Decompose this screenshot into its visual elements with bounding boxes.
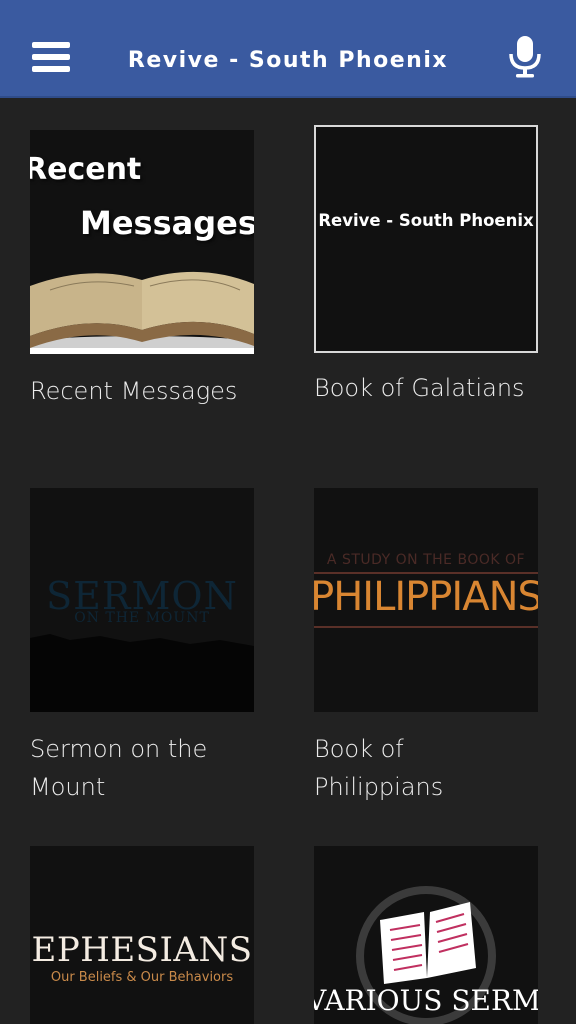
series-artwork: Recent Messages <box>30 130 254 354</box>
series-card-galatians[interactable]: Revive - South Phoenix Book of Galatians <box>314 125 538 407</box>
open-bible-image <box>30 271 254 354</box>
app-bar: Revive - South Phoenix <box>0 0 576 98</box>
series-title: Sermon on the Mount <box>30 735 208 801</box>
series-title: Recent Messages <box>30 377 238 405</box>
series-title: Book of Galatians <box>314 374 525 402</box>
app-title: Revive - South Phoenix <box>127 48 449 73</box>
artwork-title: Revive - South Phoenix <box>318 211 534 230</box>
series-card-various-sermons[interactable]: VARIOUS SERMONS <box>314 846 538 1024</box>
artwork-subtitle: A STUDY ON THE BOOK OF <box>326 552 526 568</box>
microphone-icon[interactable] <box>506 34 544 78</box>
series-artwork: VARIOUS SERMONS <box>314 846 538 1024</box>
hamburger-menu-icon[interactable] <box>30 38 72 74</box>
open-book-icon <box>380 902 476 984</box>
series-card-philippians[interactable]: A STUDY ON THE BOOK OF PHILIPPIANS Book … <box>314 488 538 806</box>
artwork-title-line1: Recent <box>30 152 142 187</box>
series-card-sermon-on-the-mount[interactable]: SERMON ON THE MOUNT Sermon on the Mount <box>30 488 254 806</box>
mountain-silhouette-image <box>30 634 254 712</box>
series-grid: Recent Messages Recent Messages Revive -… <box>0 100 576 1024</box>
artwork-title-line2: Our Beliefs & Our Behaviors <box>50 970 234 985</box>
series-artwork: EPHESIANS Our Beliefs & Our Behaviors <box>30 846 254 1024</box>
series-artwork: A STUDY ON THE BOOK OF PHILIPPIANS <box>314 488 538 712</box>
artwork-title-line1: EPHESIANS <box>31 930 253 970</box>
artwork-title-line2: ON THE MOUNT <box>74 610 210 626</box>
artwork-title: PHILIPPIANS <box>314 574 538 620</box>
series-title: Book of Philippians <box>314 735 444 801</box>
series-artwork: Revive - South Phoenix <box>314 125 538 353</box>
artwork-title-line2: Messages <box>80 204 254 242</box>
divider <box>314 626 538 628</box>
artwork-title: VARIOUS SERMONS <box>314 984 538 1017</box>
series-card-recent-messages[interactable]: Recent Messages Recent Messages <box>30 130 254 410</box>
series-artwork: SERMON ON THE MOUNT <box>30 488 254 712</box>
series-card-ephesians[interactable]: EPHESIANS Our Beliefs & Our Behaviors <box>30 846 254 1024</box>
